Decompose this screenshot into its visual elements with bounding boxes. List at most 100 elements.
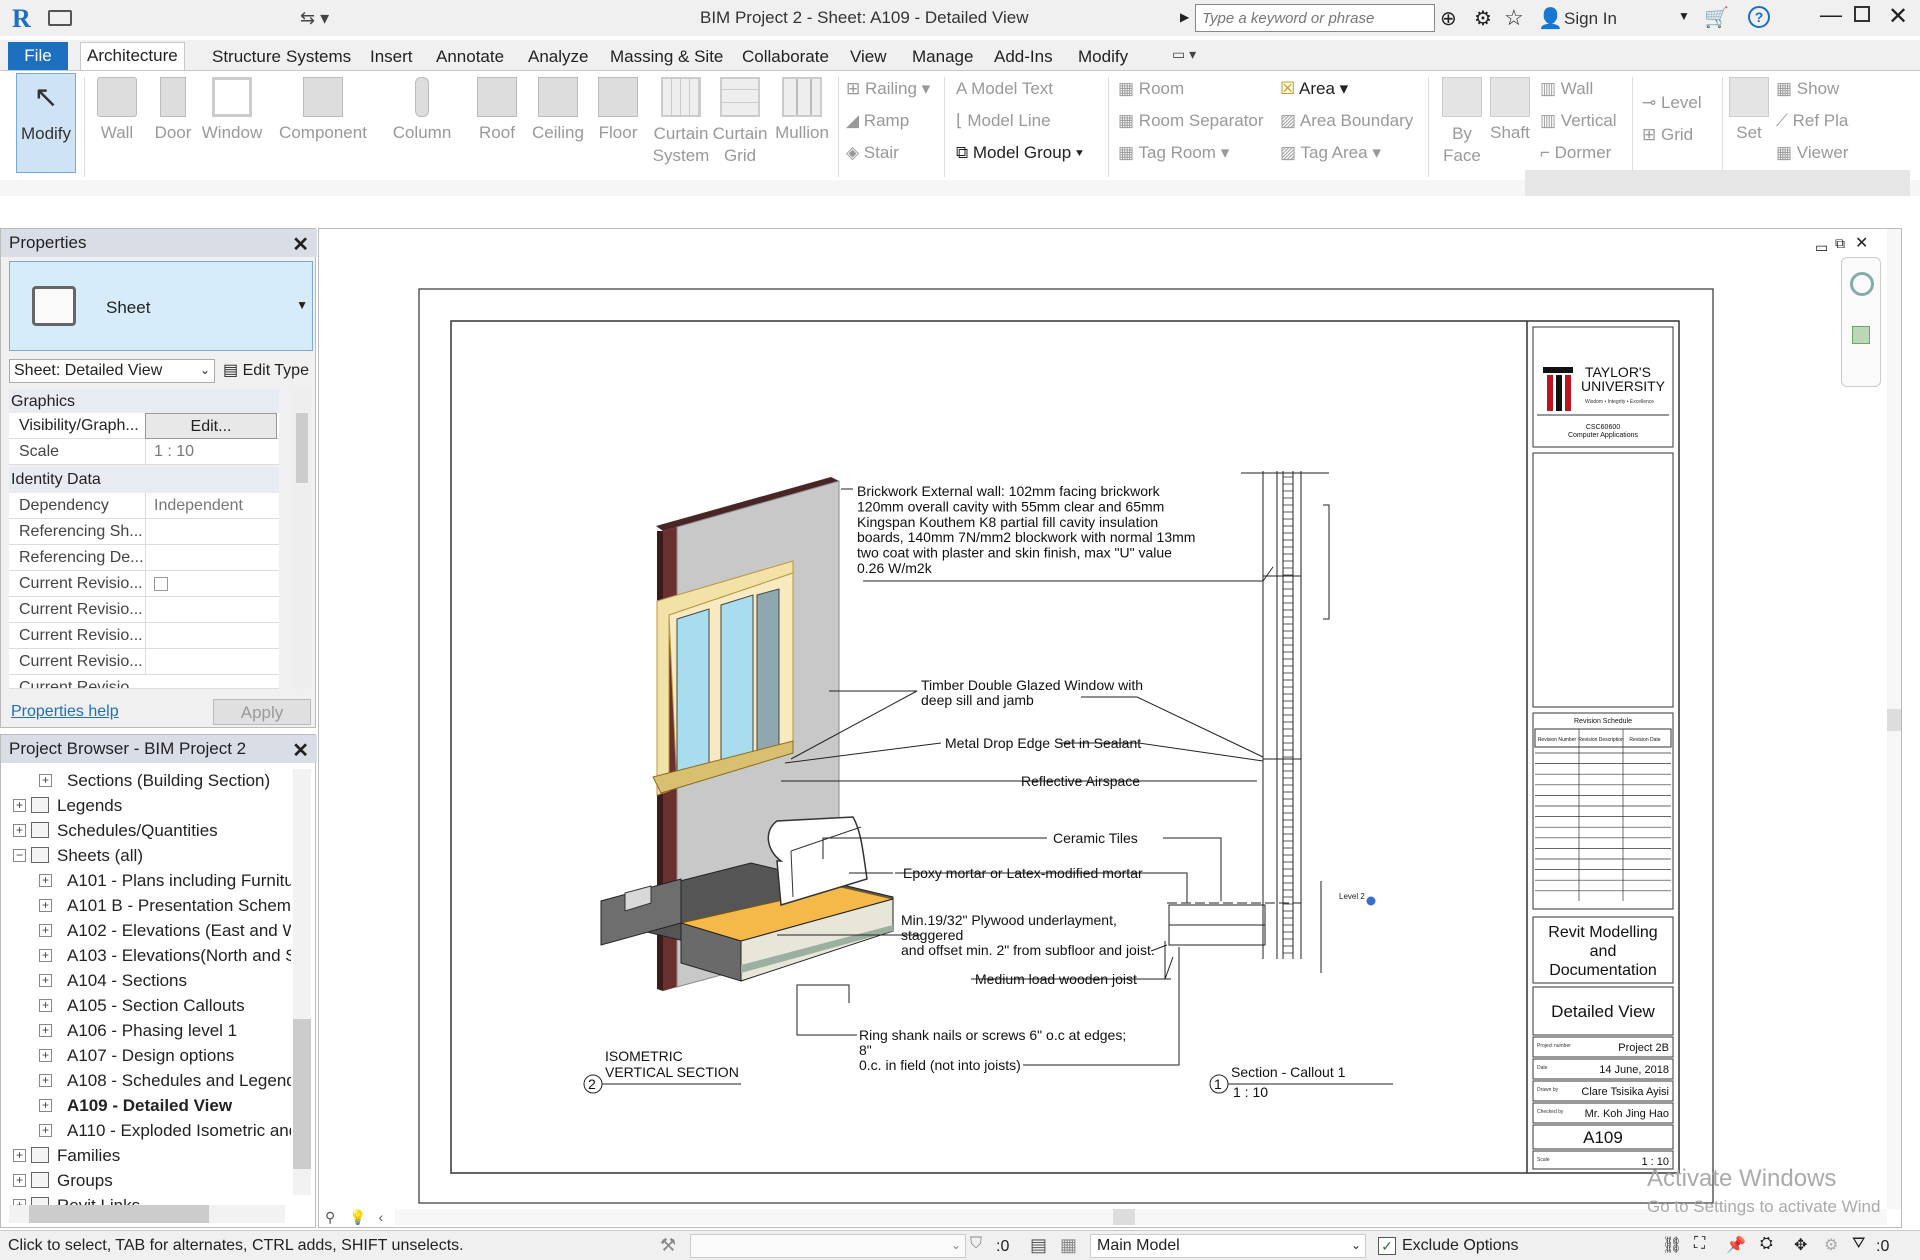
dropdown-icon[interactable]: ▼ xyxy=(1678,9,1690,23)
expand-arrow-icon[interactable]: ▶ xyxy=(1180,10,1189,24)
note-plywood-line[interactable]: and offset min. 2" from subfloor and joi… xyxy=(901,942,1155,958)
tab-insert[interactable]: Insert xyxy=(364,44,419,70)
search-input[interactable]: Type a keyword or phrase xyxy=(1195,4,1435,32)
note-window-line[interactable]: Timber Double Glazed Window with xyxy=(921,677,1143,693)
zoom-icon[interactable] xyxy=(1852,326,1870,344)
tree-item-active-sheet[interactable]: + A109 - Detailed View xyxy=(1,1094,291,1118)
view-restore-button[interactable]: ⧉ xyxy=(1835,235,1845,252)
tree-item[interactable]: + Families xyxy=(1,1144,291,1168)
design-options-icon[interactable]: ▦ xyxy=(1060,1235,1077,1256)
quick-access-icon[interactable]: ⇆ ▾ xyxy=(300,8,329,29)
tree-item[interactable]: + Schedules/Quantities xyxy=(1,819,291,843)
model-group-tool-button[interactable]: ⧉ Model Group ▾ xyxy=(956,143,1083,163)
group-graphics[interactable]: Graphics xyxy=(9,389,279,415)
level-tool-button[interactable]: ⊸ Level xyxy=(1642,93,1702,113)
window-tool-button[interactable]: Window xyxy=(200,73,264,173)
view-title-isometric[interactable]: 2 ISOMETRIC VERTICAL SECTION xyxy=(583,1048,741,1094)
roof-tool-button[interactable]: Roof xyxy=(474,73,520,173)
design-option-select[interactable]: Main Model ⌄ xyxy=(1090,1234,1366,1258)
tab-analyze[interactable]: Analyze xyxy=(522,44,594,70)
file-tab[interactable]: File xyxy=(8,42,68,70)
ramp-tool-button[interactable]: ◢ Ramp xyxy=(846,111,909,131)
tree-item[interactable]: + Legends xyxy=(1,794,291,818)
expand-icon[interactable]: + xyxy=(39,924,52,937)
modify-tool-button[interactable]: ↖ Modify xyxy=(16,73,76,173)
close-button[interactable]: ✕ xyxy=(1888,2,1908,31)
revit-logo-icon[interactable]: R xyxy=(12,4,36,33)
isometric-model[interactable] xyxy=(600,477,894,991)
scroll-thumb[interactable] xyxy=(1113,1209,1135,1225)
tree-item[interactable]: + A101 - Plans including Furniture xyxy=(1,869,291,893)
note-plywood-line[interactable]: staggered xyxy=(901,927,963,943)
properties-help-link[interactable]: Properties help xyxy=(11,703,119,721)
scroll-thumb[interactable] xyxy=(293,1019,311,1169)
tree-item[interactable]: + A103 - Elevations(North and So xyxy=(1,944,291,968)
browser-horizontal-scrollbar[interactable] xyxy=(9,1205,285,1223)
help-icon[interactable]: ? xyxy=(1748,6,1770,28)
expand-icon[interactable]: + xyxy=(39,1124,52,1137)
grid-tool-button[interactable]: ⊞ Grid xyxy=(1642,125,1693,145)
wall-opening-tool-button[interactable]: ▥ Wall xyxy=(1540,79,1593,99)
tab-view[interactable]: View xyxy=(844,44,893,70)
title-block[interactable]: TAYLOR'S UNIVERSITY Wisdom • Integrity •… xyxy=(1526,321,1674,1173)
expand-icon[interactable]: + xyxy=(39,1074,52,1087)
mullion-tool-button[interactable]: Mullion xyxy=(770,73,834,173)
tree-item[interactable]: + A106 - Phasing level 1 xyxy=(1,1019,291,1043)
expand-icon[interactable]: + xyxy=(39,999,52,1012)
ribbon-options-icon[interactable]: ▭ ▾ xyxy=(1172,46,1196,63)
note-plywood-line[interactable]: Min.19/32" Plywood underlayment, xyxy=(901,912,1117,928)
scale-icon[interactable]: ⚲ xyxy=(325,1209,335,1225)
select-by-face-icon[interactable]: ⛭ xyxy=(1760,1235,1773,1253)
cart-icon[interactable]: 🛒 xyxy=(1704,5,1729,30)
ceiling-tool-button[interactable]: Ceiling xyxy=(528,73,588,173)
binoculars-icon[interactable]: ⊕ xyxy=(1440,6,1457,31)
exchange-icon[interactable]: ⚙ xyxy=(1474,6,1492,31)
component-tool-button[interactable]: Component xyxy=(278,73,368,173)
exclude-options-checkbox[interactable]: ✓ xyxy=(1378,1237,1396,1255)
note-nails-line[interactable]: 0.c. in field (not into joists) xyxy=(859,1057,1021,1073)
tab-massing-site[interactable]: Massing & Site xyxy=(604,44,729,70)
model-line-tool-button[interactable]: ⌊ Model Line xyxy=(956,111,1051,131)
wall-tool-button[interactable]: Wall xyxy=(92,73,142,173)
ref-plane-button[interactable]: ⟋ Ref Pla xyxy=(1776,111,1848,131)
scale-value[interactable]: 1 : 10 xyxy=(145,439,277,465)
filter-icon[interactable]: ⛛ xyxy=(1852,1235,1865,1253)
edit-type-button[interactable]: ▤ Edit Type xyxy=(223,360,309,380)
star-icon[interactable]: ☆ xyxy=(1504,5,1524,31)
scroll-left-icon[interactable]: ‹ xyxy=(378,1209,383,1225)
railing-tool-button[interactable]: ⊞ Railing ▾ xyxy=(846,79,930,99)
room-separator-tool-button[interactable]: ▦ Room Separator xyxy=(1118,111,1264,131)
tree-item[interactable]: + A102 - Elevations (East and Wes xyxy=(1,919,291,943)
tree-item[interactable]: + A110 - Exploded Isometric and xyxy=(1,1119,291,1143)
workset-select[interactable]: ⌄ xyxy=(690,1234,966,1258)
checkbox[interactable] xyxy=(154,577,168,591)
tree-item[interactable]: + A107 - Design options xyxy=(1,1044,291,1068)
scroll-thumb[interactable] xyxy=(29,1205,209,1223)
vertical-opening-tool-button[interactable]: ▥ Vertical xyxy=(1540,111,1617,131)
tree-item[interactable]: + A108 - Schedules and Legends xyxy=(1,1069,291,1093)
curtain-grid-tool-button[interactable]: Curtain Grid xyxy=(712,73,768,173)
navigation-bar[interactable] xyxy=(1841,257,1881,387)
sign-in-button[interactable]: Sign In xyxy=(1564,9,1617,29)
stair-tool-button[interactable]: ◈ Stair xyxy=(846,143,899,163)
open-icon[interactable] xyxy=(48,10,72,26)
drag-elements-icon[interactable]: ✥ xyxy=(1794,1235,1807,1255)
expand-icon[interactable]: + xyxy=(39,1049,52,1062)
group-identity-data[interactable]: Identity Data xyxy=(9,467,279,493)
apply-button[interactable]: Apply xyxy=(213,699,311,725)
background-process-icon[interactable]: ⚙ xyxy=(1824,1235,1838,1255)
scroll-thumb[interactable] xyxy=(296,413,308,483)
note-brick-line[interactable]: two coat with plaster and skin finish, m… xyxy=(857,545,1172,561)
type-selector[interactable]: Sheet ▼ xyxy=(9,261,313,351)
expand-icon[interactable]: + xyxy=(39,899,52,912)
expand-icon[interactable]: + xyxy=(39,949,52,962)
expand-icon[interactable]: + xyxy=(13,799,26,812)
select-links-icon[interactable]: ⛓ xyxy=(1662,1235,1682,1255)
minimize-button[interactable]: — xyxy=(1820,2,1842,28)
note-nails-line[interactable]: 8" xyxy=(859,1042,872,1058)
visibility-edit-button[interactable]: Edit... xyxy=(145,413,277,439)
tab-architecture[interactable]: Architecture xyxy=(80,42,185,70)
instance-filter-select[interactable]: Sheet: Detailed View ⌄ xyxy=(9,359,215,383)
note-joist-line[interactable]: Medium load wooden joist xyxy=(975,971,1137,987)
viewer-button[interactable]: ▦ Viewer xyxy=(1776,143,1848,163)
